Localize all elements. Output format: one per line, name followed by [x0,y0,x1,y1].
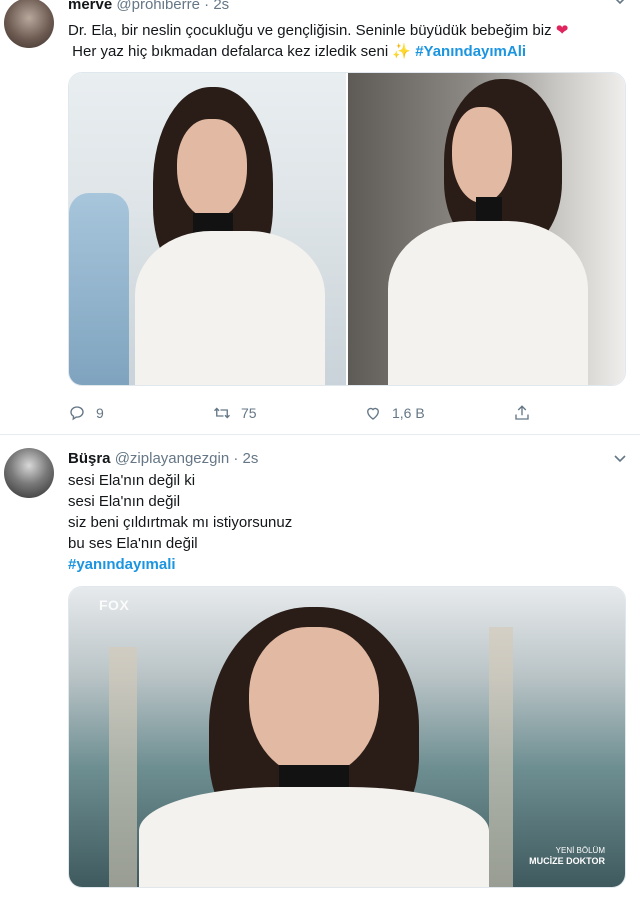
promo-title: MUCİZE DOKTOR [529,856,605,866]
tweet-time[interactable]: 2s [243,450,259,467]
user-name[interactable]: Büşra [68,450,111,467]
share-button[interactable] [513,402,531,424]
separator-dot: · [233,450,239,467]
tweet-text-line: sesi Ela'nın değil ki [68,472,196,489]
retweet-count: 75 [241,405,257,421]
tweet-text-line: bu ses Ela'nın değil [68,535,198,552]
separator-dot: · [204,0,210,13]
chevron-down-icon[interactable] [614,0,626,6]
tweet-text-line: Dr. Ela, bir neslin çocukluğu ve gençliğ… [68,22,569,39]
sparkles-emoji: ✨ [392,43,412,60]
show-promo: YENİ BÖLÜM MUCİZE DOKTOR [529,845,605,867]
user-handle[interactable]: @prohiberre [116,0,200,13]
tweet[interactable]: Büşra @ziplayangezgin · 2s sesi Ela'nın … [0,436,640,909]
hashtag-link[interactable]: #yanındayımali [68,554,628,575]
user-handle[interactable]: @ziplayangezgin [115,450,229,467]
tweet-text-line: siz beni çıldırtmak mı istiyorsunuz [68,514,293,531]
share-icon [515,405,529,420]
avatar[interactable] [4,0,54,48]
reply-button[interactable]: 9 [68,402,104,424]
tweet-text-line: sesi Ela'nın değil [68,493,181,510]
tweet-text: sesi Ela'nın değil ki sesi Ela'nın değil… [68,470,628,575]
channel-watermark: FOX [99,597,130,613]
photo[interactable] [348,73,625,385]
tweet-time[interactable]: 2s [213,0,229,13]
tweet-header: Büşra @ziplayangezgin · 2s [68,450,258,467]
tweet[interactable]: merve @prohiberre · 2s Dr. Ela, bir nesl… [0,0,640,435]
reply-count: 9 [96,405,104,421]
reply-icon [70,406,84,421]
video-frame[interactable]: FOX YENİ BÖLÜM MUCİZE DOKTOR [69,587,625,887]
avatar[interactable] [4,448,54,498]
tweet-media[interactable]: FOX YENİ BÖLÜM MUCİZE DOKTOR [68,586,626,888]
tweet-text-line: Her yaz hiç bıkmadan defalarca kez izled… [72,43,527,60]
heart-icon [367,407,379,420]
like-count: 1,6 B [392,405,425,421]
user-name[interactable]: merve [68,0,112,13]
photo[interactable] [69,73,346,385]
chevron-down-icon[interactable] [614,452,626,464]
heart-emoji: ❤ [555,22,569,39]
promo-top: YENİ BÖLÜM [555,846,605,855]
tweet-text: Dr. Ela, bir neslin çocukluğu ve gençliğ… [68,20,628,62]
hashtag-link[interactable]: #YanındayımAli [415,43,526,60]
retweet-icon [214,407,230,419]
tweet-actions: 9 75 1,6 B [68,402,538,424]
tweet-media[interactable] [68,72,626,386]
retweet-button[interactable]: 75 [213,402,257,424]
like-button[interactable]: 1,6 B [364,402,425,424]
tweet-header: merve @prohiberre · 2s [68,0,229,13]
